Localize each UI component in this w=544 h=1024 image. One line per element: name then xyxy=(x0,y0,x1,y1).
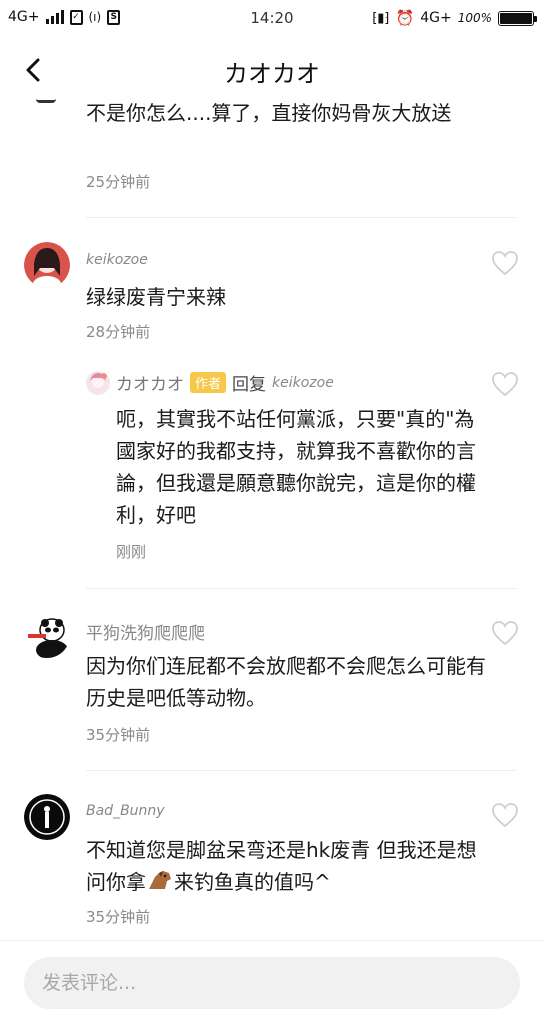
comment-time: 35分钟前 xyxy=(86,726,151,744)
comment-author[interactable]: 平狗洗狗爬爬爬 xyxy=(86,619,205,644)
comment-body: 绿绿废青宁来辣 xyxy=(86,285,226,309)
reply-verb: 回复 xyxy=(232,375,267,395)
page-title: カオカオ xyxy=(224,60,320,88)
alarm-icon: ⏰ xyxy=(395,9,415,27)
heart-outline-icon[interactable] xyxy=(491,250,519,276)
horse-emoji-icon xyxy=(149,871,171,889)
comment-body: 因为你们连屁都不会放爬都不会爬怎么可能有历史是吧低等动物。 xyxy=(86,654,486,710)
comment-author[interactable]: Bad_Bunny xyxy=(86,803,165,819)
heart-outline-icon[interactable] xyxy=(491,371,519,397)
heart-outline-icon[interactable] xyxy=(491,620,519,646)
comment-body: 不是你怎么....算了，直接你妈骨灰大放送 xyxy=(86,101,452,125)
divider xyxy=(86,770,516,771)
avatar[interactable] xyxy=(24,612,70,658)
divider xyxy=(86,588,516,589)
chevron-left-icon[interactable] xyxy=(18,52,48,88)
avatar[interactable] xyxy=(24,794,70,840)
avatar[interactable] xyxy=(24,242,70,288)
comment-time: 28分钟前 xyxy=(86,323,151,341)
avatar-partial xyxy=(36,99,56,103)
author-badge: 作者 xyxy=(190,372,227,393)
comment-input[interactable] xyxy=(24,957,520,1009)
battery-percent: 100% xyxy=(457,11,492,25)
comment-body-text: 来钓鱼真的值吗^ xyxy=(174,870,331,894)
battery-fill xyxy=(500,12,532,24)
comment-composer xyxy=(0,940,544,1024)
reply-avatar[interactable] xyxy=(86,370,110,395)
heart-outline-icon[interactable] xyxy=(491,802,519,828)
status-bar: 4G+ ✓ (ı) S 14:20 ⁅▮⁆ ⏰ 4G+ 100% xyxy=(0,0,544,36)
network-label-right: 4G+ xyxy=(420,10,452,26)
reply-author[interactable]: カオカオ xyxy=(116,370,184,395)
reply-target[interactable]: keikozoe xyxy=(272,375,334,391)
comment-author[interactable]: keikozoe xyxy=(86,252,148,268)
reply-body: 呃，其實我不站任何黨派，只要"真的"為國家好的我都支持，就算我不喜歡你的言論，但… xyxy=(116,407,476,527)
reply-header: カオカオ 作者 回复 keikozoe xyxy=(86,370,334,395)
comment-time: 25分钟前 xyxy=(86,173,151,191)
divider xyxy=(86,217,516,218)
comment-time: 35分钟前 xyxy=(86,908,151,926)
vibrate-icon: ⁅▮⁆ xyxy=(372,10,390,26)
reply-time: 刚刚 xyxy=(116,543,147,561)
battery-icon xyxy=(498,10,537,26)
top-bar: カオカオ xyxy=(0,40,544,102)
comment-body: 不知道您是脚盆呆弯还是hk废青 但我还是想问你拿 来钓鱼真的值吗^ xyxy=(86,834,486,898)
